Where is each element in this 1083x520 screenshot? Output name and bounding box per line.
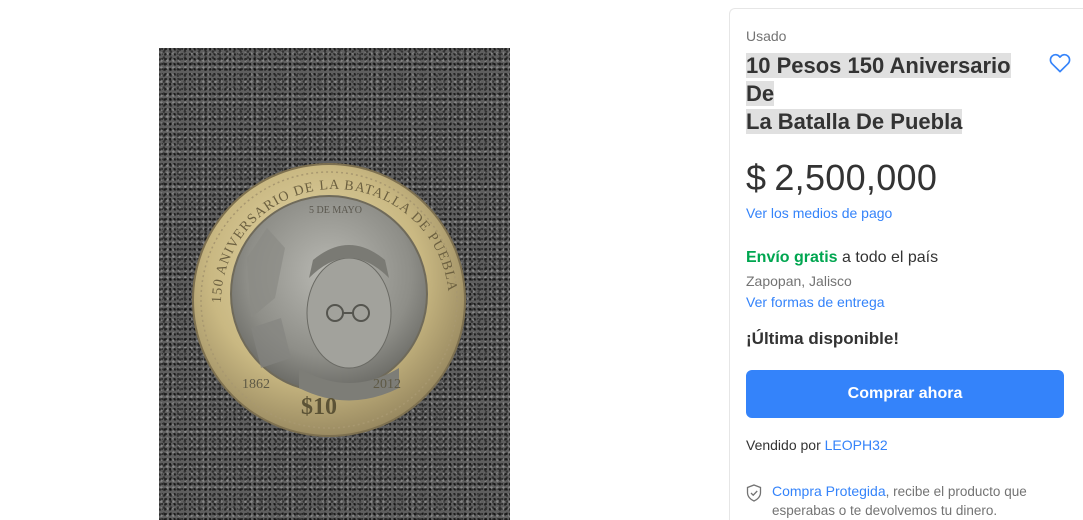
coin-denomination: $10	[301, 394, 337, 420]
protection-text: Compra Protegida, recibe el producto que…	[772, 482, 1042, 520]
purchase-protection: Compra Protegida, recibe el producto que…	[746, 482, 1067, 520]
product-page: 150 ANIVERSARIO DE LA BATALLA DE PUEBLA …	[0, 0, 1083, 520]
seller-name-link[interactable]: LEOPH32	[825, 437, 888, 453]
item-condition: Usado	[746, 28, 787, 44]
price-currency: $	[746, 157, 767, 198]
heart-outline-icon[interactable]	[1047, 50, 1073, 76]
coin-year-right: 2012	[373, 377, 401, 392]
coin-year-left: 1862	[242, 377, 270, 392]
shipping-scope: a todo el país	[837, 249, 939, 266]
shipping-info: Envío gratis a todo el país	[746, 248, 1067, 268]
product-title-line2: La Batalla De Puebla	[746, 109, 963, 134]
buy-box: Usado 10 Pesos 150 Aniversario De La Bat…	[729, 8, 1083, 520]
seller-location: Zapopan, Jalisco	[746, 273, 852, 289]
product-photo[interactable]: 150 ANIVERSARIO DE LA BATALLA DE PUEBLA …	[159, 48, 510, 520]
product-title: 10 Pesos 150 Aniversario De La Batalla D…	[746, 52, 1036, 136]
seller-info: Vendido por LEOPH32	[746, 436, 1067, 454]
buy-now-button[interactable]: Comprar ahora	[746, 370, 1064, 418]
title-row: 10 Pesos 150 Aniversario De La Batalla D…	[746, 52, 1071, 136]
coin-illustration: 150 ANIVERSARIO DE LA BATALLA DE PUEBLA …	[192, 163, 466, 437]
product-price: $2,500,000	[746, 156, 1067, 200]
protection-link[interactable]: Compra Protegida	[772, 483, 886, 499]
seller-prefix: Vendido por	[746, 437, 825, 453]
shield-check-icon	[746, 484, 762, 502]
stock-status: ¡Última disponible!	[746, 329, 899, 348]
coin-date-text: 5 DE MAYO	[309, 205, 362, 216]
free-shipping-label: Envío gratis	[746, 249, 838, 266]
price-amount: 2,500,000	[774, 157, 938, 198]
product-gallery: 150 ANIVERSARIO DE LA BATALLA DE PUEBLA …	[0, 0, 715, 520]
delivery-options-link[interactable]: Ver formas de entrega	[746, 293, 1067, 311]
product-title-line1: 10 Pesos 150 Aniversario De	[746, 53, 1011, 106]
payment-methods-link[interactable]: Ver los medios de pago	[746, 204, 1067, 222]
